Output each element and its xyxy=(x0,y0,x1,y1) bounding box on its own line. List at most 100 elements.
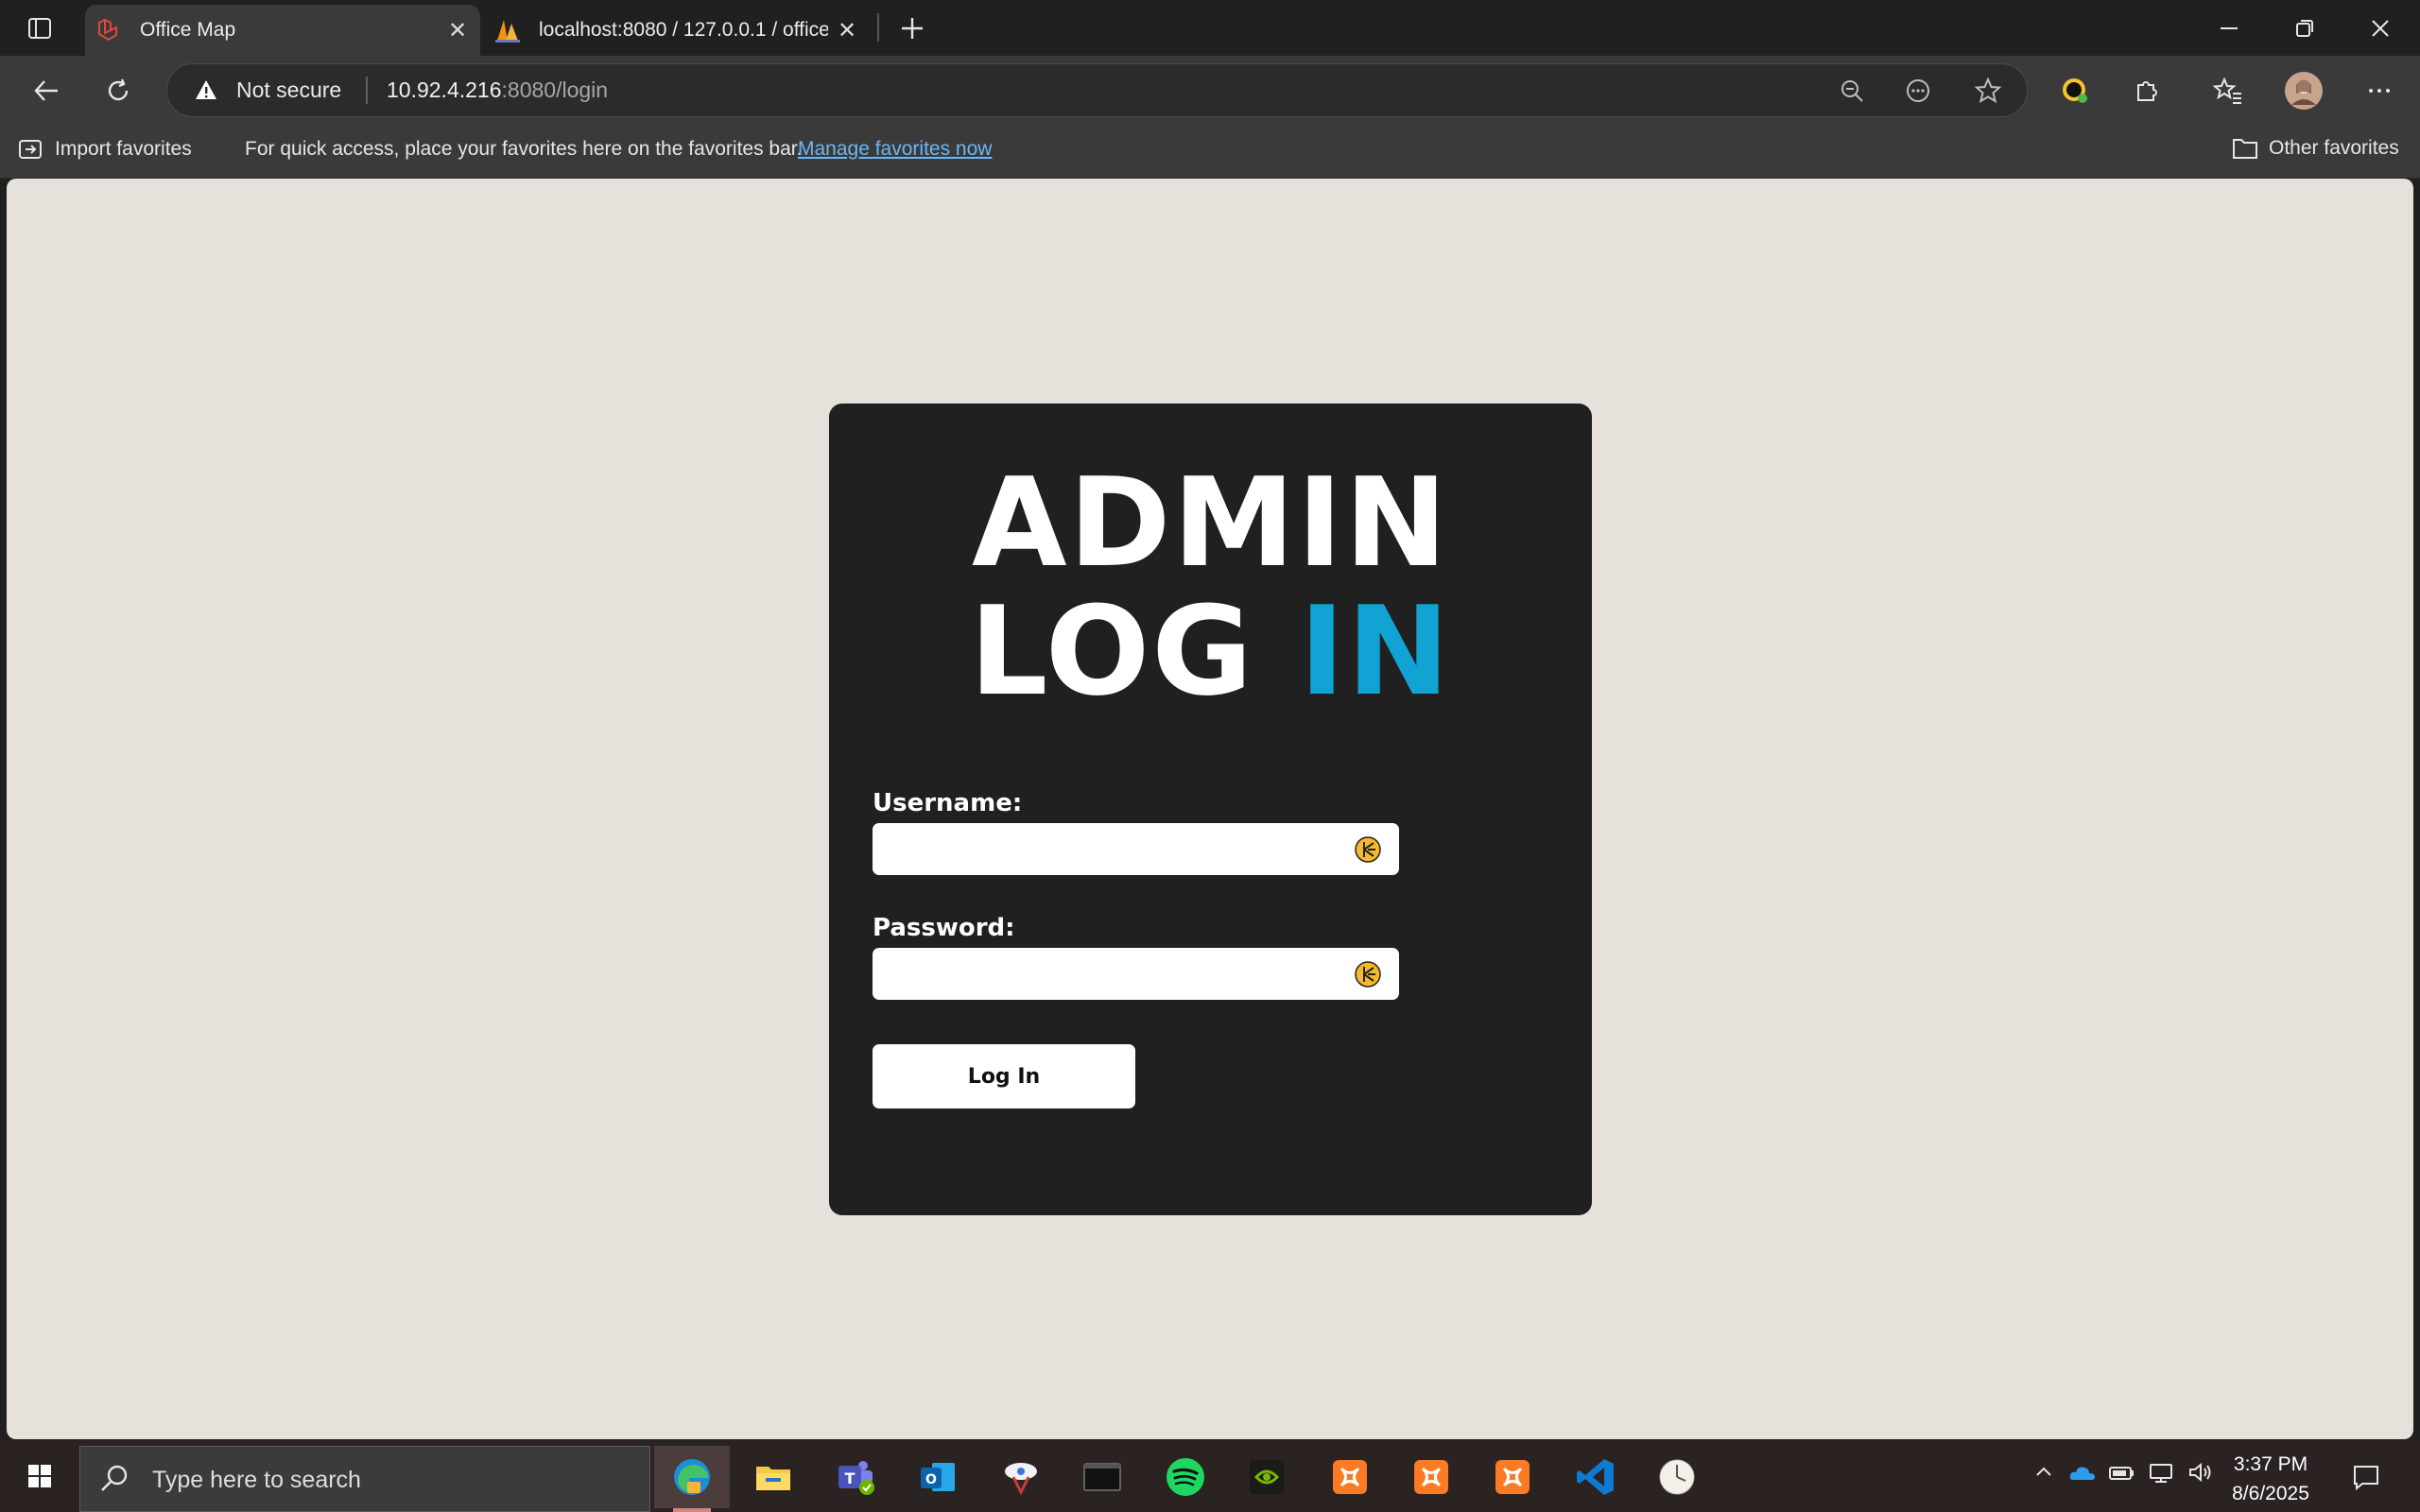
heading-log: LOG xyxy=(969,579,1300,723)
battery-icon xyxy=(2109,1467,2134,1480)
heading-line-login: LOG IN xyxy=(829,587,1592,715)
outlook-icon: O xyxy=(921,1463,955,1491)
minimize-button[interactable] xyxy=(2191,0,2267,56)
taskbar-app-xampp-1[interactable] xyxy=(1312,1446,1388,1508)
restore-button[interactable] xyxy=(2267,0,2342,56)
search-placeholder: Type here to search xyxy=(152,1467,361,1493)
star-icon xyxy=(1974,77,2002,104)
vscode-icon xyxy=(1577,1459,1614,1495)
puzzle-icon xyxy=(2137,81,2157,101)
clock-app-icon xyxy=(1659,1459,1695,1495)
back-button[interactable] xyxy=(23,67,70,114)
other-favorites-label: Other favorites xyxy=(2269,137,2399,159)
start-button[interactable] xyxy=(0,1440,79,1512)
taskbar-app-nvidia[interactable] xyxy=(1229,1446,1305,1508)
tab-bar: Office Map ✕ localhost:8080 / 127.0.0.1 … xyxy=(0,0,2420,56)
password-label: Password: xyxy=(873,914,1015,942)
tab-actions-button[interactable] xyxy=(0,0,79,56)
laravel-icon xyxy=(95,16,123,44)
onedrive-icon xyxy=(2069,1467,2095,1480)
manage-favorites-link[interactable]: Manage favorites now xyxy=(798,138,992,161)
notification-center-button[interactable] xyxy=(2342,1453,2390,1501)
plus-icon xyxy=(902,18,923,39)
keeper-fill-icon[interactable] xyxy=(1354,960,1382,988)
taskbar-app-file-explorer[interactable] xyxy=(735,1446,811,1508)
chevron-up-icon xyxy=(2036,1467,2051,1476)
keeper-icon xyxy=(2063,78,2087,103)
taskbar-app-vscode[interactable] xyxy=(1558,1446,1634,1508)
keeper-fill-icon[interactable] xyxy=(1354,835,1382,864)
security-status[interactable]: Not secure xyxy=(236,77,341,103)
taskbar-app-clock[interactable] xyxy=(1639,1446,1715,1508)
taskbar-app-xampp-3[interactable] xyxy=(1475,1446,1550,1508)
add-favorite-button[interactable] xyxy=(1969,72,2007,110)
tray-onedrive[interactable] xyxy=(2068,1461,2097,1484)
taskbar-app-teams[interactable]: T xyxy=(819,1446,894,1508)
login-button[interactable]: Log In xyxy=(873,1044,1135,1108)
tray-network[interactable] xyxy=(2148,1461,2174,1484)
xampp-icon xyxy=(1414,1460,1448,1494)
taskbar-app-outlook[interactable]: O xyxy=(900,1446,976,1508)
warning-icon[interactable] xyxy=(194,77,218,102)
tab-office-map[interactable]: Office Map ✕ xyxy=(85,5,480,56)
url-path: :8080/login xyxy=(501,77,609,102)
close-tab-icon[interactable]: ✕ xyxy=(828,11,866,49)
close-tab-icon[interactable]: ✕ xyxy=(439,11,476,49)
teams-icon: T xyxy=(838,1461,874,1495)
taskbar-app-snipping[interactable] xyxy=(983,1446,1059,1508)
new-tab-button[interactable] xyxy=(889,9,936,47)
taskbar-app-terminal[interactable] xyxy=(1064,1446,1140,1508)
taskbar-app-spotify[interactable] xyxy=(1148,1446,1223,1508)
favorites-button[interactable] xyxy=(2204,67,2252,114)
taskbar-app-edge[interactable] xyxy=(654,1446,730,1512)
heading-in: IN xyxy=(1299,579,1452,723)
system-clock[interactable]: 3:37 PM 8/6/2025 xyxy=(2225,1450,2316,1508)
import-favorites-label: Import favorites xyxy=(55,138,192,160)
zoom-out-icon xyxy=(1841,80,1863,102)
network-icon xyxy=(2150,1464,2172,1483)
address-bar[interactable]: Not secure 10.92.4.216:8080/login xyxy=(166,63,2028,117)
keeper-extension-button[interactable] xyxy=(2051,67,2099,114)
minimize-icon xyxy=(2221,26,2238,29)
url-text[interactable]: 10.92.4.216:8080/login xyxy=(387,77,608,103)
login-card: ADMIN LOG IN Username: Password: Log In xyxy=(829,404,1592,1215)
xampp-icon xyxy=(1495,1460,1530,1494)
taskbar-app-xampp-2[interactable] xyxy=(1393,1446,1469,1508)
tray-volume[interactable] xyxy=(2187,1461,2214,1484)
phpmyadmin-icon xyxy=(493,16,522,44)
restore-icon xyxy=(2296,19,2313,37)
read-aloud-button[interactable] xyxy=(1899,72,1937,110)
volume-icon xyxy=(2189,1462,2211,1483)
refresh-button[interactable] xyxy=(95,67,142,114)
tray-show-hidden-button[interactable] xyxy=(2032,1461,2055,1484)
xampp-icon xyxy=(1333,1460,1367,1494)
username-field[interactable] xyxy=(873,823,1399,875)
svg-text:O: O xyxy=(925,1472,937,1487)
tab-phpmyadmin[interactable]: localhost:8080 / 127.0.0.1 / officem ✕ xyxy=(484,5,870,56)
svg-text:T: T xyxy=(845,1469,856,1487)
ellipsis-icon xyxy=(2369,89,2390,93)
file-explorer-icon xyxy=(756,1467,790,1490)
extensions-button[interactable] xyxy=(2123,67,2170,114)
favorites-star-icon xyxy=(2213,77,2241,104)
nvidia-icon xyxy=(1250,1460,1284,1494)
settings-more-button[interactable] xyxy=(2356,67,2403,114)
edge-icon xyxy=(674,1459,710,1495)
browser-toolbar: Not secure 10.92.4.216:8080/login xyxy=(0,56,2420,124)
import-favorites-button[interactable]: Import favorites xyxy=(17,135,192,163)
other-favorites-button[interactable]: Other favorites xyxy=(2231,135,2399,162)
password-field[interactable] xyxy=(873,948,1399,1000)
taskbar-search[interactable]: Type here to search xyxy=(79,1446,650,1512)
tab-actions-icon xyxy=(28,17,51,39)
page-viewport: ADMIN LOG IN Username: Password: Log In xyxy=(7,179,2413,1439)
zoom-out-button[interactable] xyxy=(1833,72,1871,110)
close-window-button[interactable] xyxy=(2342,0,2418,56)
password-input[interactable] xyxy=(886,948,1343,997)
avatar xyxy=(2285,72,2323,110)
tab-separator xyxy=(877,13,879,42)
url-host: 10.92.4.216 xyxy=(387,77,502,102)
username-input[interactable] xyxy=(886,823,1343,872)
profile-button[interactable] xyxy=(2280,67,2327,114)
active-indicator xyxy=(673,1508,711,1512)
tray-battery[interactable] xyxy=(2108,1461,2135,1484)
